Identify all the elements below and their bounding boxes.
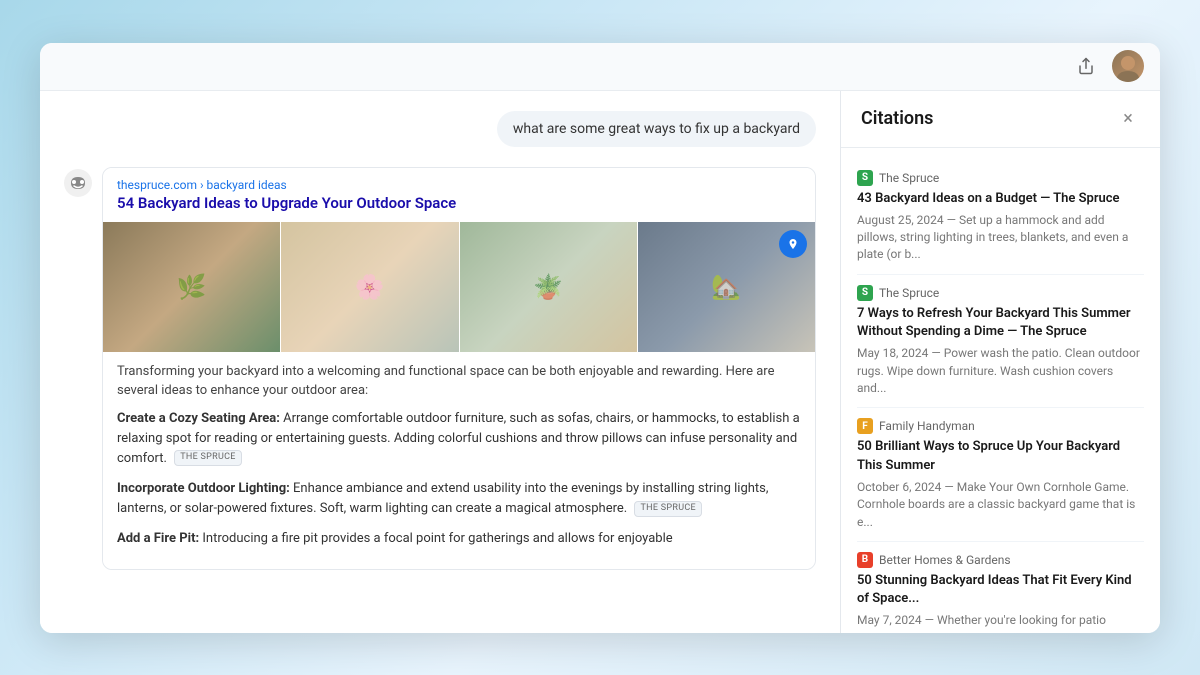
- chat-area: what are some great ways to fix up a bac…: [40, 91, 840, 633]
- citation-source-row-2: S The Spruce: [857, 285, 1144, 301]
- citation-source-name-3: Family Handyman: [879, 419, 975, 433]
- citation-snippet-3: October 6, 2024 — Make Your Own Cornhole…: [857, 479, 1144, 531]
- result-title: 54 Backyard Ideas to Upgrade Your Outdoo…: [117, 194, 801, 212]
- list-item: Add a Fire Pit: Introducing a fire pit p…: [117, 529, 801, 549]
- citation-title-2: 7 Ways to Refresh Your Backyard This Sum…: [857, 305, 1144, 341]
- ai-avatar-icon: [64, 169, 92, 197]
- chat-messages: what are some great ways to fix up a bac…: [40, 91, 840, 633]
- list-item: Create a Cozy Seating Area: Arrange comf…: [117, 409, 801, 469]
- citation-item-3[interactable]: F Family Handyman 50 Brilliant Ways to S…: [857, 408, 1144, 542]
- result-site: thespruce.com › backyard ideas: [117, 178, 801, 192]
- ai-message-container: thespruce.com › backyard ideas 54 Backya…: [64, 167, 816, 583]
- bullet-2-heading: Incorporate Outdoor Lighting:: [117, 481, 290, 496]
- citation-source-row-1: S The Spruce: [857, 170, 1144, 186]
- result-image-1: 🌿: [103, 222, 280, 352]
- citations-panel: Citations × S The Spruce 43 Backyard Ide…: [840, 91, 1160, 633]
- top-bar: [40, 43, 1160, 91]
- app-window: what are some great ways to fix up a bac…: [40, 43, 1160, 633]
- citations-list: S The Spruce 43 Backyard Ideas on a Budg…: [841, 148, 1160, 633]
- citation-source-row-4: B Better Homes & Gardens: [857, 552, 1144, 568]
- citation-source-name-1: The Spruce: [879, 171, 939, 185]
- result-description: Transforming your backyard into a welcom…: [117, 362, 801, 401]
- citation-item-4[interactable]: B Better Homes & Gardens 50 Stunning Bac…: [857, 542, 1144, 633]
- bullet-list: Create a Cozy Seating Area: Arrange comf…: [117, 409, 801, 550]
- citation-snippet-2: May 18, 2024 — Power wash the patio. Cle…: [857, 345, 1144, 397]
- citation-source-name-2: The Spruce: [879, 286, 939, 300]
- result-image-4: 🏡: [638, 222, 815, 352]
- citations-header: Citations ×: [841, 91, 1160, 148]
- citation-title-3: 50 Brilliant Ways to Spruce Up Your Back…: [857, 438, 1144, 474]
- user-message-container: what are some great ways to fix up a bac…: [64, 111, 816, 147]
- user-message: what are some great ways to fix up a bac…: [497, 111, 816, 147]
- citation-title-4: 50 Stunning Backyard Ideas That Fit Ever…: [857, 572, 1144, 608]
- citation-item-1[interactable]: S The Spruce 43 Backyard Ideas on a Budg…: [857, 160, 1144, 275]
- result-images: 🌿 🌸 🪴 🏡: [103, 222, 815, 352]
- avatar[interactable]: [1112, 50, 1144, 82]
- result-image-3: 🪴: [460, 222, 637, 352]
- citations-title: Citations: [861, 108, 933, 129]
- ai-message-content: thespruce.com › backyard ideas 54 Backya…: [102, 167, 816, 583]
- citation-favicon-1: S: [857, 170, 873, 186]
- bookmark-button[interactable]: [779, 230, 807, 258]
- result-image-2: 🌸: [281, 222, 458, 352]
- source-tag-1: THE SPRUCE: [174, 450, 242, 466]
- citation-favicon-4: B: [857, 552, 873, 568]
- result-header: thespruce.com › backyard ideas 54 Backya…: [103, 168, 815, 222]
- citation-favicon-2: S: [857, 285, 873, 301]
- citation-favicon-3: F: [857, 418, 873, 434]
- bullet-3-text: Introducing a fire pit provides a focal …: [202, 531, 672, 546]
- bullet-1-heading: Create a Cozy Seating Area:: [117, 411, 280, 426]
- source-tag-2: THE SPRUCE: [634, 501, 702, 517]
- close-button[interactable]: ×: [1116, 107, 1140, 131]
- main-content: what are some great ways to fix up a bac…: [40, 91, 1160, 633]
- result-card: thespruce.com › backyard ideas 54 Backya…: [102, 167, 816, 571]
- citation-title-1: 43 Backyard Ideas on a Budget — The Spru…: [857, 190, 1144, 208]
- citation-source-row-3: F Family Handyman: [857, 418, 1144, 434]
- user-message-text: what are some great ways to fix up a bac…: [513, 121, 800, 137]
- list-item: Incorporate Outdoor Lighting: Enhance am…: [117, 479, 801, 519]
- bullet-3-heading: Add a Fire Pit:: [117, 531, 199, 546]
- citation-snippet-1: August 25, 2024 — Set up a hammock and a…: [857, 212, 1144, 264]
- citation-item-2[interactable]: S The Spruce 7 Ways to Refresh Your Back…: [857, 275, 1144, 409]
- result-body: Transforming your backyard into a welcom…: [103, 352, 815, 570]
- citation-snippet-4: May 7, 2024 — Whether you're looking for…: [857, 612, 1144, 632]
- share-button[interactable]: [1070, 50, 1102, 82]
- citation-source-name-4: Better Homes & Gardens: [879, 553, 1011, 567]
